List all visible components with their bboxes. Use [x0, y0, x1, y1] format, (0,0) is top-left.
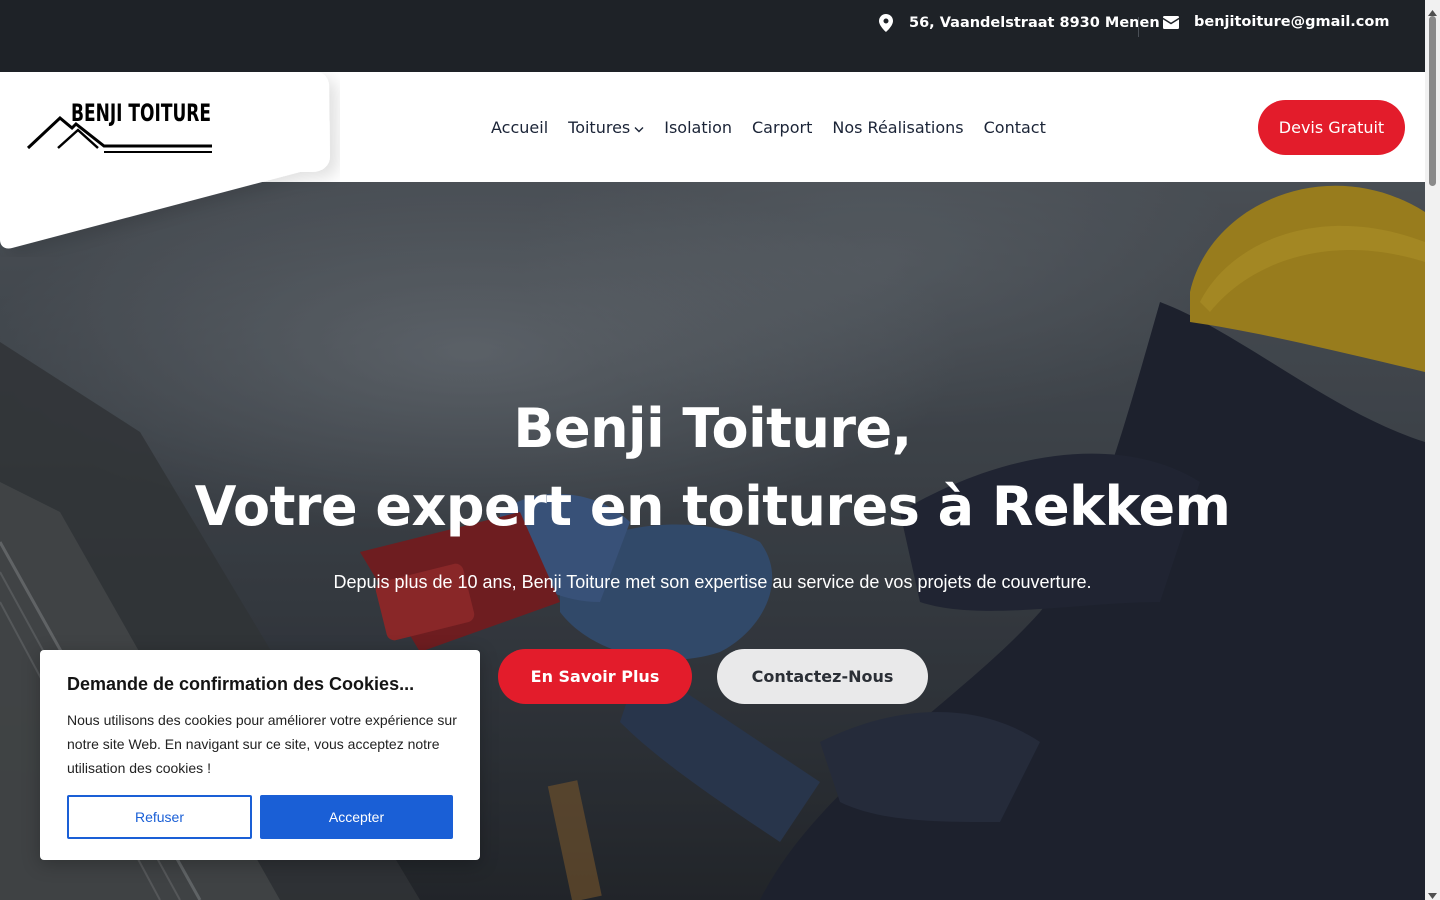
cookie-message: Nous utilisons des cookies pour améliore… — [67, 712, 457, 776]
nav-label: Carport — [752, 117, 813, 137]
top-bar: 56, Vaandelstraat 8930 Menen benjitoitur… — [0, 0, 1425, 72]
en-savoir-plus-button[interactable]: En Savoir Plus — [498, 649, 692, 704]
nav-item-realisations[interactable]: Nos Réalisations — [832, 116, 963, 138]
nav-label: Toitures — [568, 117, 631, 137]
email-info[interactable]: benjitoiture@gmail.com — [1163, 14, 1389, 30]
accept-cookies-button[interactable]: Accepter — [260, 795, 453, 839]
logo-text: BENJI TOITURE — [71, 99, 211, 127]
page-scrollbar[interactable] — [1425, 0, 1440, 900]
devis-gratuit-button[interactable]: Devis Gratuit — [1258, 100, 1405, 155]
hero-title-line1: Benji Toiture, — [513, 397, 912, 460]
nav-item-contact[interactable]: Contact — [984, 116, 1046, 138]
nav-label: Accueil — [491, 117, 549, 137]
chevron-down-icon — [634, 118, 644, 137]
address-text: 56, Vaandelstraat 8930 Menen — [909, 15, 1160, 31]
refuse-cookies-button[interactable]: Refuser — [67, 795, 252, 839]
nav-item-carport[interactable]: Carport — [752, 116, 812, 138]
hero-title-line2: Votre expert en toitures à Rekkem — [194, 475, 1231, 538]
nav-label: Contact — [983, 117, 1046, 137]
map-pin-icon — [879, 14, 893, 32]
nav-item-toitures[interactable]: Toitures — [568, 116, 644, 138]
envelope-icon — [1163, 15, 1179, 29]
contactez-nous-button[interactable]: Contactez-Nous — [717, 649, 928, 704]
topbar-divider — [1138, 17, 1139, 37]
address-info: 56, Vaandelstraat 8930 Menen — [879, 14, 1160, 32]
main-nav: Accueil Toitures Isolation Carport Nos R… — [491, 116, 1046, 138]
benji-toiture-logo[interactable]: BENJI TOITURE — [26, 96, 216, 158]
hero-title: Benji Toiture, Votre expert en toitures … — [0, 390, 1425, 546]
scrollbar-thumb[interactable] — [1429, 16, 1436, 186]
nav-label: Isolation — [664, 117, 732, 137]
scroll-down-arrow-icon[interactable] — [1428, 886, 1437, 900]
nav-label: Nos Réalisations — [832, 117, 964, 137]
cookie-consent-banner: Demande de confirmation des Cookies... N… — [40, 650, 480, 860]
cookie-title: Demande de confirmation des Cookies... — [67, 674, 415, 694]
nav-item-accueil[interactable]: Accueil — [491, 116, 548, 138]
email-link[interactable]: benjitoiture@gmail.com — [1194, 14, 1389, 30]
logo-roof-graphic: BENJI TOITURE — [26, 99, 212, 153]
hero-subtitle: Depuis plus de 10 ans, Benji Toiture met… — [333, 572, 1092, 592]
nav-item-isolation[interactable]: Isolation — [664, 116, 732, 138]
